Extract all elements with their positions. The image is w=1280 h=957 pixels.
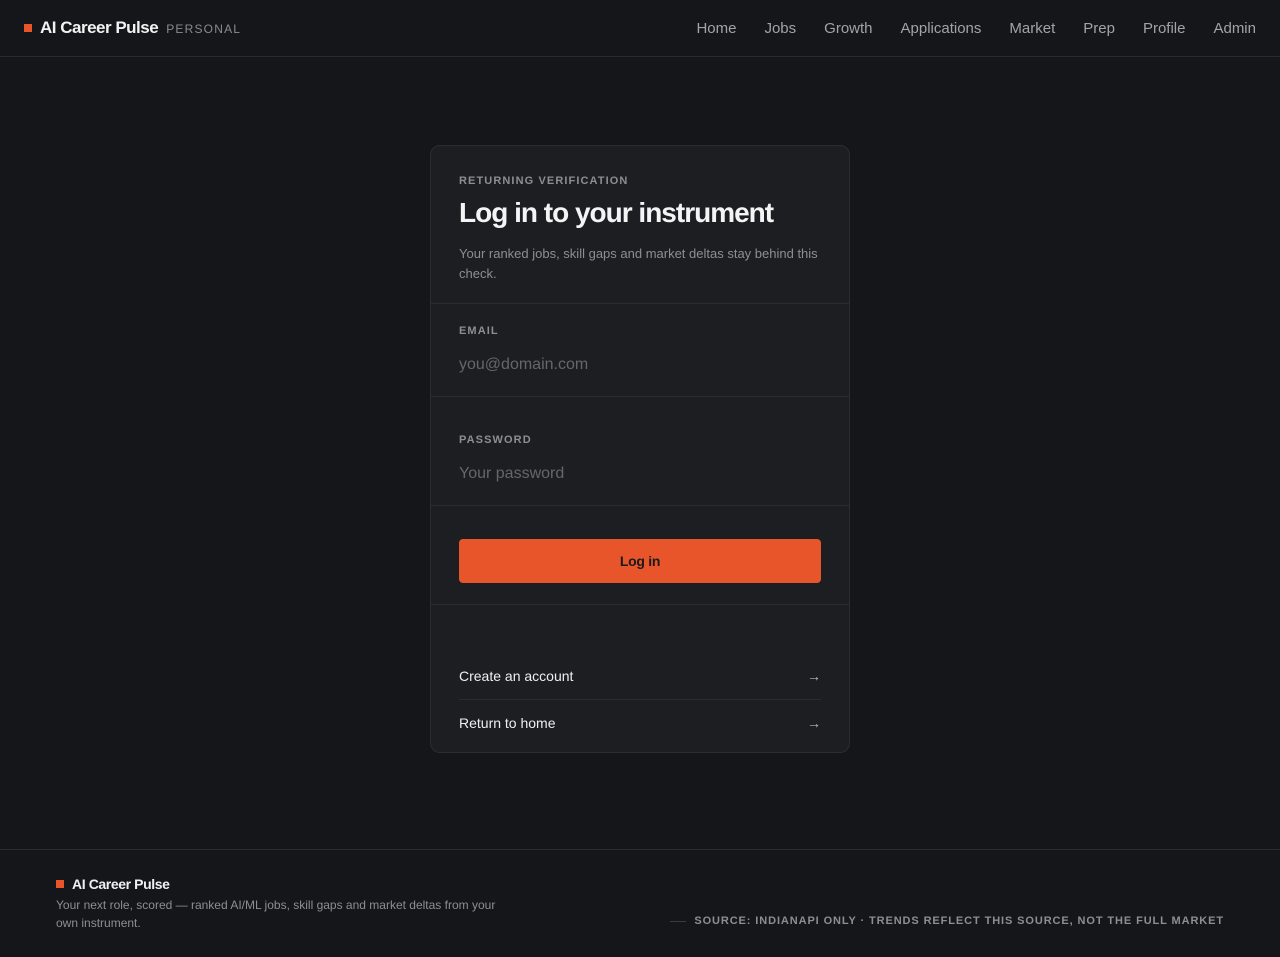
password-input[interactable]	[459, 462, 823, 486]
email-field-group: EMAIL	[431, 304, 849, 397]
nav-prep[interactable]: Prep	[1083, 20, 1115, 37]
footer-brand: AI Career Pulse	[56, 876, 170, 892]
nav-applications[interactable]: Applications	[901, 20, 982, 37]
nav-market[interactable]: Market	[1009, 20, 1055, 37]
nav-admin[interactable]: Admin	[1213, 20, 1256, 37]
footer-source: Source: IndianAPI only · trends reflect …	[670, 915, 1224, 927]
nav-jobs[interactable]: Jobs	[764, 20, 796, 37]
login-card-header: RETURNING VERIFICATION Log in to your in…	[431, 146, 849, 304]
email-input[interactable]	[459, 353, 823, 377]
nav-home[interactable]: Home	[696, 20, 736, 37]
arrow-right-icon: →	[807, 668, 821, 684]
login-page: AI Career Pulse PERSONAL Home Jobs Growt…	[0, 0, 1280, 957]
nav-growth[interactable]: Growth	[824, 20, 872, 37]
page-footer: AI Career Pulse Your next role, scored —…	[0, 849, 1280, 957]
arrow-right-icon: →	[807, 714, 821, 731]
create-account-label: Create an account	[459, 668, 574, 684]
nav-profile[interactable]: Profile	[1143, 20, 1186, 37]
secondary-links: Create an account → Return to home →	[431, 605, 849, 745]
password-label: PASSWORD	[459, 434, 532, 446]
brand[interactable]: AI Career Pulse PERSONAL	[24, 18, 241, 38]
source-divider	[670, 920, 687, 922]
brand-name: AI Career Pulse	[40, 18, 159, 37]
email-label: EMAIL	[459, 325, 499, 337]
login-title: Log in to your instrument	[459, 197, 774, 228]
return-home-label: Return to home	[459, 714, 556, 731]
login-button[interactable]: Log in	[459, 539, 821, 583]
footer-brand-square-icon	[56, 880, 64, 888]
return-home-link[interactable]: Return to home →	[459, 699, 821, 745]
top-navigation-bar: AI Career Pulse PERSONAL Home Jobs Growt…	[0, 0, 1280, 57]
source-text: Source: IndianAPI only · trends reflect …	[694, 915, 1224, 927]
login-card: RETURNING VERIFICATION Log in to your in…	[430, 145, 850, 753]
login-subtitle: Your ranked jobs, skill gaps and market …	[459, 246, 818, 281]
brand-square-icon	[24, 24, 32, 32]
login-eyebrow: RETURNING VERIFICATION	[459, 175, 629, 187]
submit-section: Log in	[431, 506, 849, 605]
brand-tag: PERSONAL	[166, 22, 242, 36]
create-account-link[interactable]: Create an account →	[459, 653, 821, 699]
password-field-group: PASSWORD	[431, 397, 849, 506]
footer-description: Your next role, scored — ranked AI/ML jo…	[56, 898, 496, 930]
main-nav: Home Jobs Growth Applications Market Pre…	[668, 20, 1256, 37]
footer-brand-name: AI Career Pulse	[72, 876, 170, 892]
